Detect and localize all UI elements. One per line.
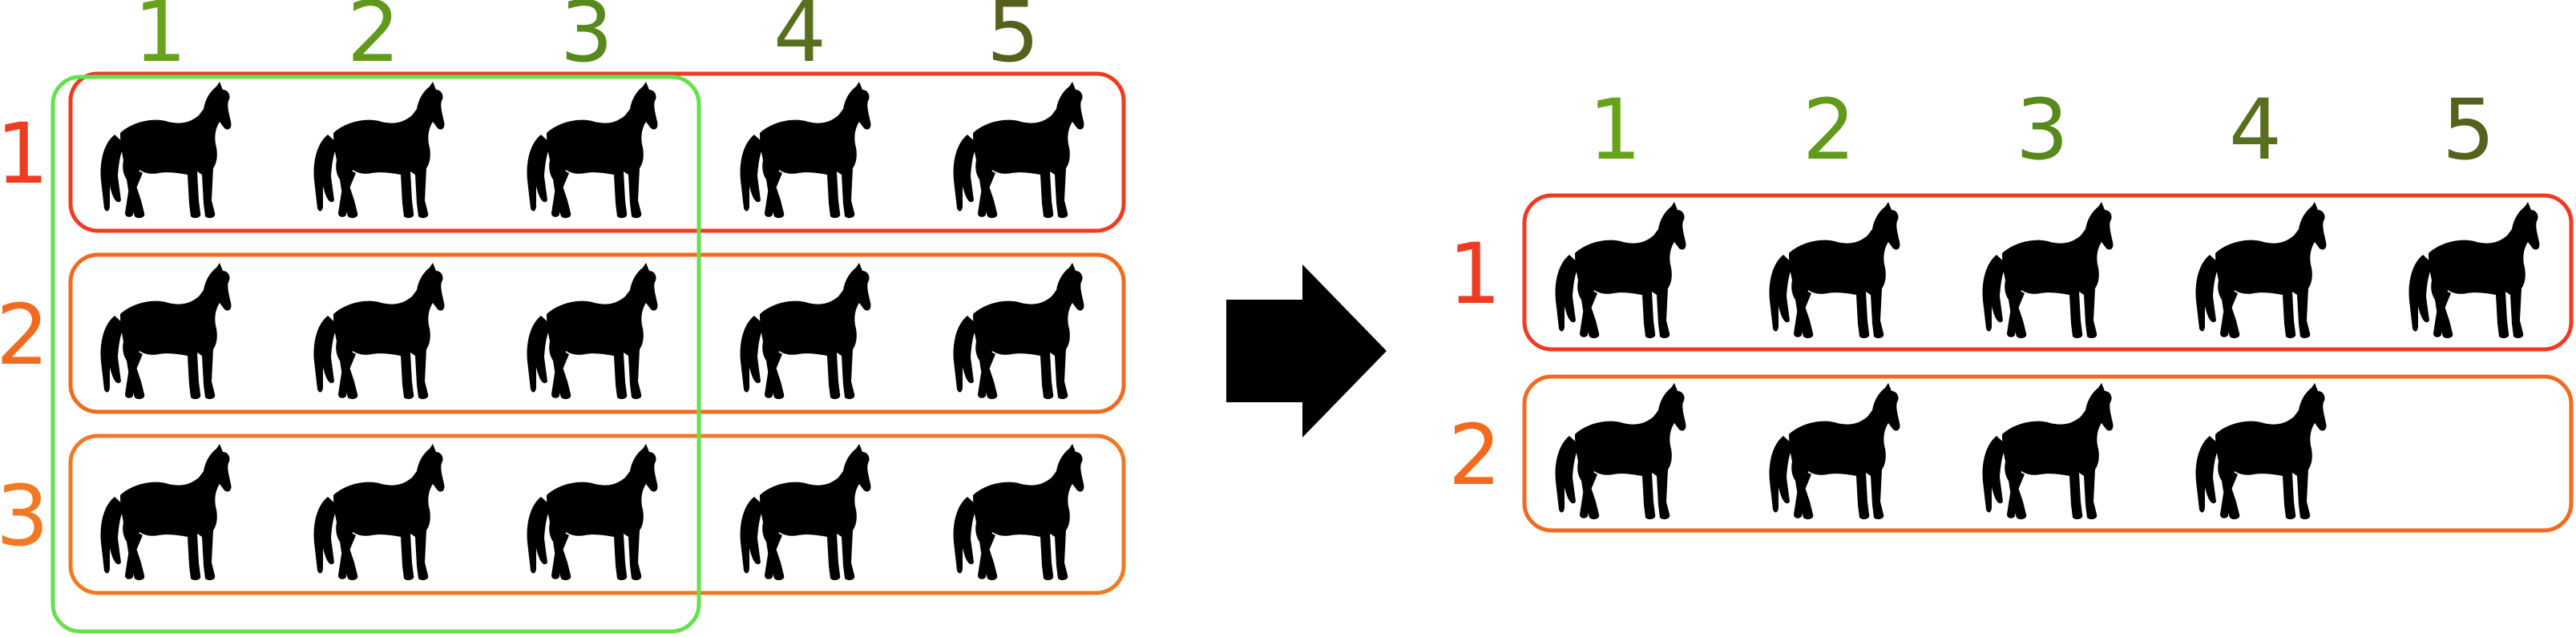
horse-icon [1982, 383, 2114, 520]
left-row-label-1: 1 [0, 105, 49, 203]
horse-icon [527, 82, 658, 219]
horse-icon [953, 82, 1084, 219]
right-column-label-2: 2 [1803, 81, 1855, 179]
left-column-label-4: 4 [773, 0, 826, 81]
horse-icon [1982, 202, 2114, 339]
horse-icon [740, 82, 871, 219]
right-row-label-2: 2 [1448, 406, 1501, 504]
right-row-label-1: 1 [1448, 225, 1501, 323]
horse-icon [1555, 383, 1686, 520]
left-column-label-5: 5 [987, 0, 1040, 81]
horse-icon [100, 263, 232, 400]
horse-icon [1555, 202, 1686, 339]
horse-icon [527, 263, 658, 400]
horse-icon [313, 444, 445, 581]
left-column-label-2: 2 [347, 0, 400, 81]
horse-icon [1769, 202, 1900, 339]
horse-icon [740, 444, 871, 581]
right-column-label-5: 5 [2442, 81, 2495, 179]
horse-grid-diagram: 1 2 3 4 5 1 2 3 1 2 3 4 5 1 2 [0, 0, 2574, 634]
left-column-label-3: 3 [560, 0, 613, 81]
horse-icon [1769, 383, 1900, 520]
horse-icon [313, 82, 445, 219]
right-arrow-icon [1226, 264, 1387, 437]
horse-icon [953, 444, 1084, 581]
horse-icon [100, 444, 232, 581]
left-column-label-1: 1 [134, 0, 187, 81]
horse-icon [2195, 383, 2327, 520]
horse-icon [313, 263, 445, 400]
horse-icon [527, 444, 658, 581]
horse-icon [953, 263, 1084, 400]
right-column-label-3: 3 [2016, 81, 2069, 179]
left-row-label-2: 2 [0, 286, 49, 384]
horse-icon [2408, 202, 2540, 339]
right-column-label-1: 1 [1589, 81, 1641, 179]
left-row-label-3: 3 [0, 467, 49, 565]
horse-icon [100, 82, 232, 219]
right-column-label-4: 4 [2229, 81, 2282, 179]
horse-icon [740, 263, 871, 400]
horse-icon [2195, 202, 2327, 339]
